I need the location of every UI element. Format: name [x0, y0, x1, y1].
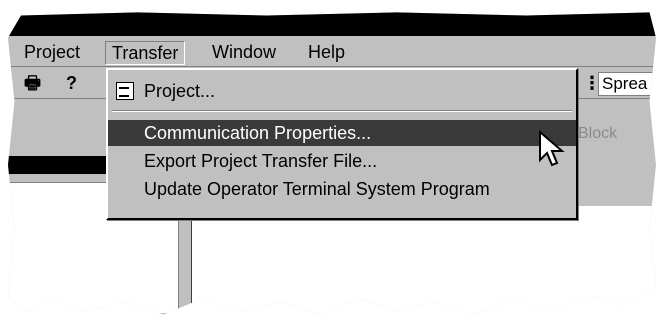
menu-bar: Project Transfer Window Help [8, 38, 656, 67]
menu-help[interactable]: Help [302, 41, 351, 63]
block-label: Block [578, 125, 618, 142]
menu-transfer[interactable]: Transfer [105, 41, 186, 65]
right-panel [192, 206, 656, 315]
menu-window[interactable]: Window [206, 41, 282, 63]
menu-item-update-operator-terminal[interactable]: Update Operator Terminal System Program [108, 176, 576, 202]
project-icon [116, 82, 134, 100]
menu-item-project[interactable]: Project... [108, 78, 576, 104]
help-icon[interactable]: ? [66, 72, 77, 94]
app-window: Project Transfer Window Help 🖶 ? ⋮ Sprea… [8, 12, 656, 315]
menu-project[interactable]: Project [18, 41, 86, 63]
menu-separator [112, 110, 572, 112]
menu-item-communication-properties[interactable]: Communication Properties... [108, 120, 576, 146]
menu-item-export-project-transfer-file[interactable]: Export Project Transfer File... [108, 148, 576, 174]
screenshot-canvas: Project Transfer Window Help 🖶 ? ⋮ Sprea… [0, 0, 662, 334]
transfer-dropdown: Project... Communication Properties... E… [106, 68, 578, 220]
splitter[interactable] [178, 206, 193, 315]
mouse-pointer-icon [539, 130, 565, 167]
title-bar [8, 12, 656, 36]
panel-titlebar [8, 156, 120, 174]
view-combo[interactable]: Sprea [598, 72, 656, 96]
print-icon[interactable]: 🖶 [24, 72, 41, 94]
